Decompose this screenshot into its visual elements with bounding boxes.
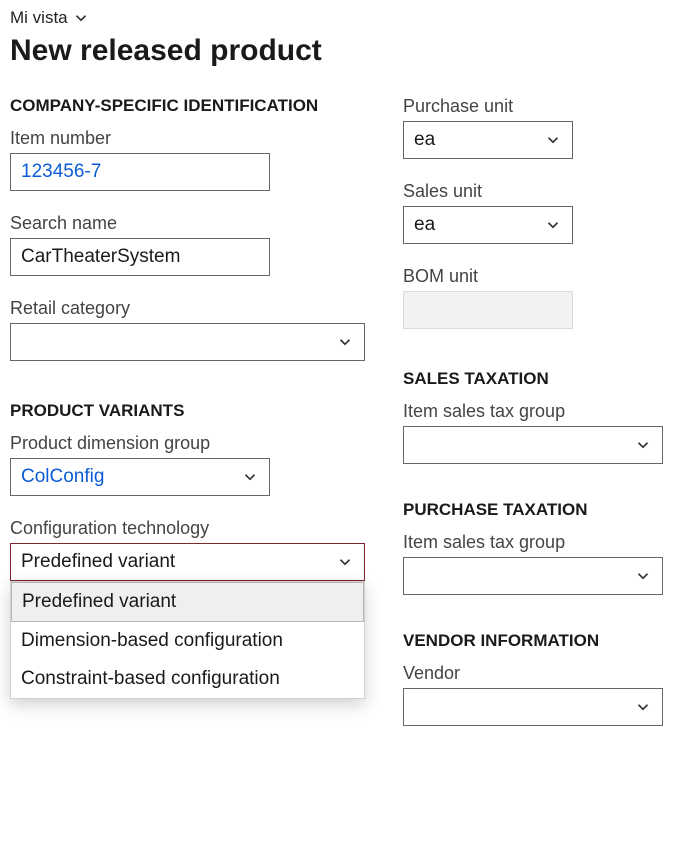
purchase-unit-select[interactable]: ea bbox=[403, 121, 573, 159]
config-tech-select[interactable]: Predefined variant bbox=[10, 543, 365, 581]
chevron-down-icon bbox=[336, 333, 354, 351]
item-number-input[interactable]: 123456-7 bbox=[10, 153, 270, 191]
section-company-identification: COMPANY-SPECIFIC IDENTIFICATION bbox=[10, 96, 365, 116]
config-tech-dropdown: Predefined variant Dimension-based confi… bbox=[10, 581, 365, 699]
config-tech-option-dimension[interactable]: Dimension-based configuration bbox=[11, 622, 364, 660]
dimension-group-label: Product dimension group bbox=[10, 433, 365, 454]
config-tech-label: Configuration technology bbox=[10, 518, 365, 539]
vendor-select[interactable] bbox=[403, 688, 663, 726]
section-purchase-taxation: PURCHASE TAXATION bbox=[403, 500, 663, 520]
item-number-label: Item number bbox=[10, 128, 365, 149]
search-name-label: Search name bbox=[10, 213, 365, 234]
item-number-value: 123456-7 bbox=[21, 161, 259, 183]
purchase-tax-group-label: Item sales tax group bbox=[403, 532, 663, 553]
sales-unit-value: ea bbox=[414, 214, 435, 236]
chevron-down-icon bbox=[241, 468, 259, 486]
dimension-group-value: ColConfig bbox=[21, 466, 241, 488]
chevron-down-icon bbox=[72, 9, 90, 27]
config-tech-option-constraint[interactable]: Constraint-based configuration bbox=[11, 660, 364, 698]
dimension-group-select[interactable]: ColConfig bbox=[10, 458, 270, 496]
purchase-tax-group-select[interactable] bbox=[403, 557, 663, 595]
purchase-unit-label: Purchase unit bbox=[403, 96, 663, 117]
section-product-variants: PRODUCT VARIANTS bbox=[10, 401, 365, 421]
section-vendor-information: VENDOR INFORMATION bbox=[403, 631, 663, 651]
config-tech-value: Predefined variant bbox=[21, 551, 175, 573]
search-name-value: CarTheaterSystem bbox=[21, 246, 259, 268]
chevron-down-icon bbox=[634, 436, 652, 454]
sales-tax-group-select[interactable] bbox=[403, 426, 663, 464]
view-switcher[interactable]: Mi vista bbox=[10, 8, 90, 30]
page-title: New released product bbox=[10, 34, 663, 68]
bom-unit-label: BOM unit bbox=[403, 266, 663, 287]
bom-unit-input bbox=[403, 291, 573, 329]
sales-tax-group-label: Item sales tax group bbox=[403, 401, 663, 422]
chevron-down-icon bbox=[634, 567, 652, 585]
search-name-input[interactable]: CarTheaterSystem bbox=[10, 238, 270, 276]
chevron-down-icon bbox=[336, 553, 354, 571]
retail-category-select[interactable] bbox=[10, 323, 365, 361]
config-tech-option-predefined[interactable]: Predefined variant bbox=[11, 582, 364, 622]
sales-unit-select[interactable]: ea bbox=[403, 206, 573, 244]
purchase-unit-value: ea bbox=[414, 129, 435, 151]
sales-unit-label: Sales unit bbox=[403, 181, 663, 202]
retail-category-label: Retail category bbox=[10, 298, 365, 319]
section-sales-taxation: SALES TAXATION bbox=[403, 369, 663, 389]
chevron-down-icon bbox=[634, 698, 652, 716]
chevron-down-icon bbox=[544, 216, 562, 234]
view-switcher-label: Mi vista bbox=[10, 8, 68, 28]
chevron-down-icon bbox=[544, 131, 562, 149]
vendor-label: Vendor bbox=[403, 663, 663, 684]
